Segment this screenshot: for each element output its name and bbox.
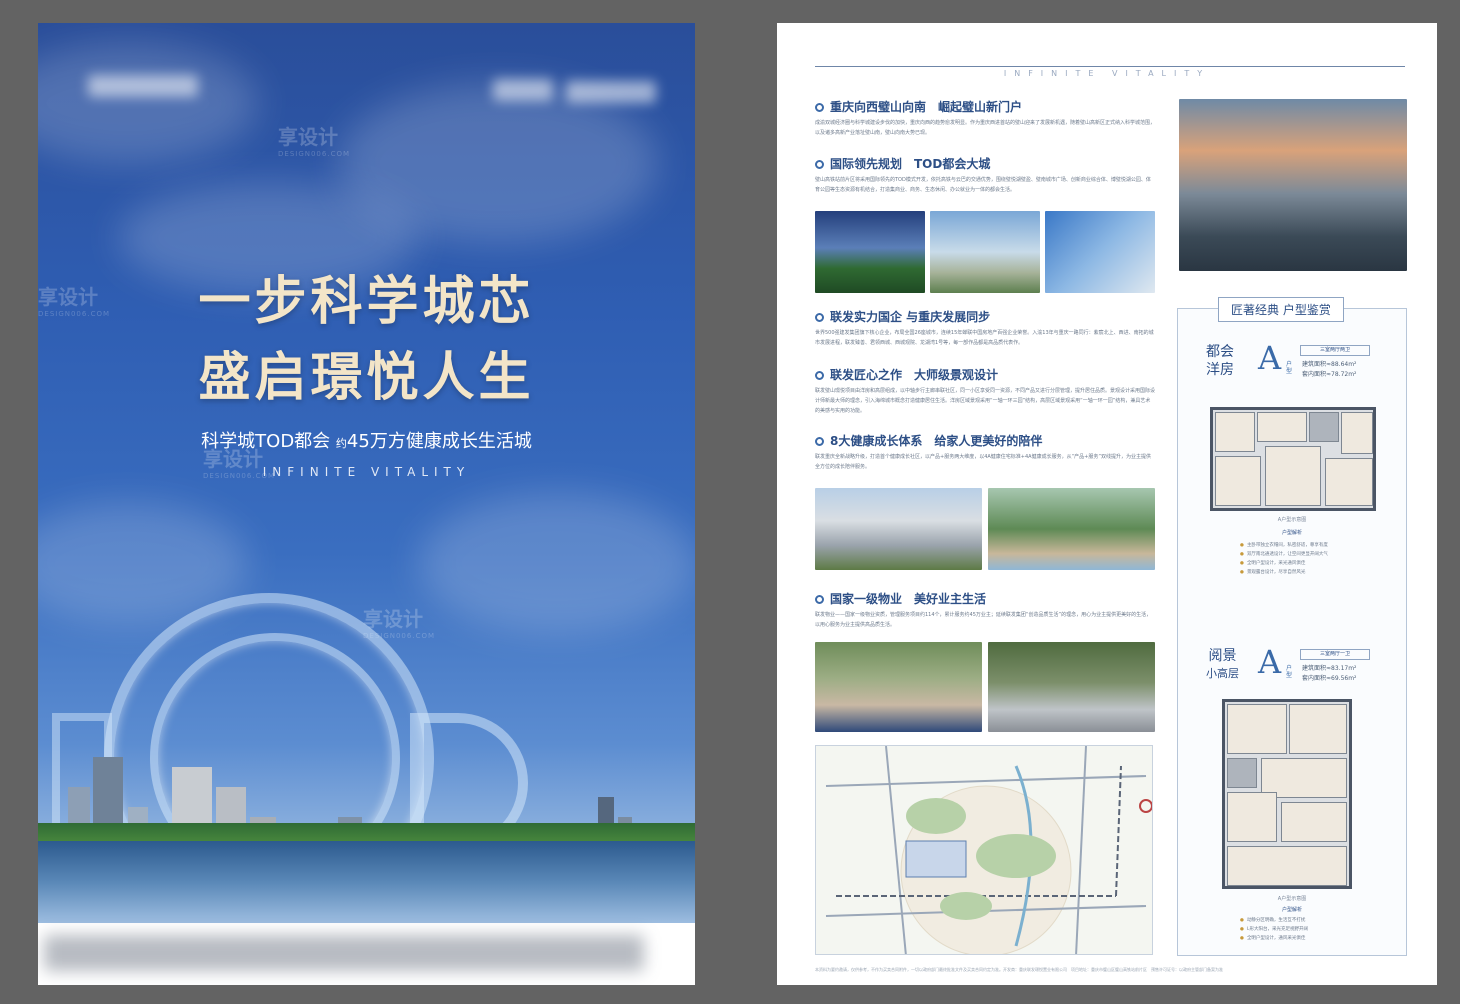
watermark: 享设计 DESIGN006.COM	[278, 125, 351, 158]
project-logo-blurred	[566, 81, 656, 103]
section-body: 联发物业——国家一级物业资质，管理服务项目约114个，累计服务约45万业主；延续…	[815, 612, 1152, 628]
subtitle: 科学城TOD都会 约45万方健康成长生活城	[201, 431, 532, 452]
english-tagline: INFINITE VITALITY	[262, 465, 471, 479]
circle-bullet-icon	[815, 103, 824, 112]
photo-property-staff	[815, 642, 982, 732]
floor-plan-panel: 匠著经典 户型鉴赏 都会 洋房 A 户型 三室两厅两卫 建筑面积≈88.64m²…	[1177, 297, 1407, 956]
circle-bullet-icon	[815, 160, 824, 169]
cloud	[418, 493, 695, 633]
project-logo-blurred	[493, 79, 553, 101]
floor-plan-image	[1210, 407, 1376, 511]
water-reflection	[38, 841, 695, 923]
analysis-item: 动静分区明确，生活互不打扰	[1240, 916, 1360, 925]
cloud	[38, 43, 258, 163]
section-heading: 联发匠心之作 大师级景观设计	[815, 366, 998, 383]
photo-night-city	[815, 211, 925, 293]
inner-area: 套内面积≈69.56m²	[1302, 675, 1357, 682]
analysis-title: 户型解析	[1281, 907, 1302, 913]
panel-title: 匠著经典 户型鉴赏	[1218, 297, 1344, 322]
inner-area: 套内面积≈78.72m²	[1302, 371, 1357, 378]
circle-bullet-icon	[815, 313, 824, 322]
section-body: 联发璧山璟悦项目由洋房和高层组成，以中轴步行主廊串联社区，同一小区享受同一资源，…	[815, 388, 1156, 414]
developer-logo-blurred	[88, 75, 198, 97]
headline-line-2: 盛启璟悦人生	[198, 348, 535, 408]
circle-bullet-icon	[815, 371, 824, 380]
analysis-item: 主卧带独立衣帽间，私密舒适，尊享有度	[1240, 541, 1360, 550]
build-area: 建筑面积≈88.64m²	[1302, 361, 1357, 368]
analysis-item: 景观露台设计，尽享自然风光	[1240, 568, 1360, 577]
section-heading: 重庆向西璧山向南 崛起璧山新门户	[815, 98, 1022, 115]
photo-skytrain	[1045, 211, 1155, 293]
hotline-blurred	[44, 935, 644, 971]
photo-playground-sculpture	[988, 488, 1155, 570]
divider	[815, 66, 1405, 67]
plan-letter: A	[1258, 643, 1282, 681]
layout-badge: 三室两厅两卫	[1300, 345, 1370, 356]
build-area: 建筑面积≈83.17m²	[1302, 665, 1357, 672]
location-map	[815, 745, 1153, 955]
plan-type-label: 户型	[1286, 665, 1293, 679]
plan-name: 阅景 小高层	[1206, 648, 1239, 680]
section-body: 联发重庆全新战略升级，打造首个健康成长社区，以产品+服务两大维度，以4A健康住宅…	[815, 454, 1151, 470]
analysis-item: 双厅南北通透设计，让空间更显开阔大气	[1240, 550, 1360, 559]
circle-bullet-icon	[815, 437, 824, 446]
english-tagline: INFINITE VITALITY	[1003, 69, 1211, 78]
analysis-item: L形大阳台，采光充足视野开阔	[1240, 925, 1360, 934]
map-graphic	[816, 746, 1152, 954]
photo-security-team	[988, 642, 1155, 732]
analysis-title: 户型解析	[1281, 530, 1302, 536]
plan-caption: A户型示意图	[1277, 896, 1307, 902]
info-poster: INFINITE VITALITY 重庆向西璧山向南 崛起璧山新门户 成渝双城经…	[777, 23, 1437, 985]
disclaimer: 本资料为要约邀请，仅供参考，不作为买卖合同附件，一切以政府部门最终批准文件及买卖…	[815, 967, 1223, 972]
photo-tod-plaza	[930, 211, 1040, 293]
analysis-list: 主卧带独立衣帽间，私密舒适，尊享有度 双厅南北通透设计，让空间更显开阔大气 全明…	[1240, 541, 1360, 577]
layout-badge: 三室两厅一卫	[1300, 649, 1370, 660]
photo-chongqing-skyline	[1179, 99, 1407, 271]
headline-line-1: 一步科学城芯	[198, 272, 535, 332]
plan-letter: A	[1258, 339, 1282, 377]
section-body: 世界500强建发集团旗下核心企业，布局全国26座城市，连续15年蝉联中国房地产百…	[815, 330, 1154, 346]
photo-residential-buildings	[815, 488, 982, 570]
plan-type-label: 户型	[1286, 361, 1293, 375]
analysis-item: 全明户型设计，通风采光俱佳	[1240, 934, 1360, 943]
analysis-item: 全明户型设计，采光通风俱佳	[1240, 559, 1360, 568]
plan-caption: A户型示意图	[1277, 517, 1307, 523]
section-heading: 联发实力国企 与重庆发展同步	[815, 308, 990, 325]
section-body: 璧山高铁站前片区将采用国际领先的TOD模式开发，依托高铁与云巴的交通优势，围绕璧…	[815, 177, 1151, 193]
section-body: 成渝双城经济圈与科学城建设步伐的加快，重庆向西的趋势愈发明显。作为重庆西进首站的…	[815, 120, 1156, 136]
section-heading: 国家一级物业 美好业主生活	[815, 590, 986, 607]
section-heading: 8大健康成长体系 给家人更美好的陪伴	[815, 432, 1042, 449]
floor-plan-image	[1222, 699, 1352, 889]
circle-bullet-icon	[815, 595, 824, 604]
cover-poster: 享设计 DESIGN006.COM 享设计 DESIGN006.COM 享设计 DES…	[38, 23, 695, 985]
section-heading: 国际领先规划 TOD都会大城	[815, 155, 990, 172]
analysis-list: 动静分区明确，生活互不打扰 L形大阳台，采光充足视野开阔 全明户型设计，通风采光…	[1240, 916, 1360, 943]
plan-name: 都会 洋房	[1206, 344, 1234, 378]
